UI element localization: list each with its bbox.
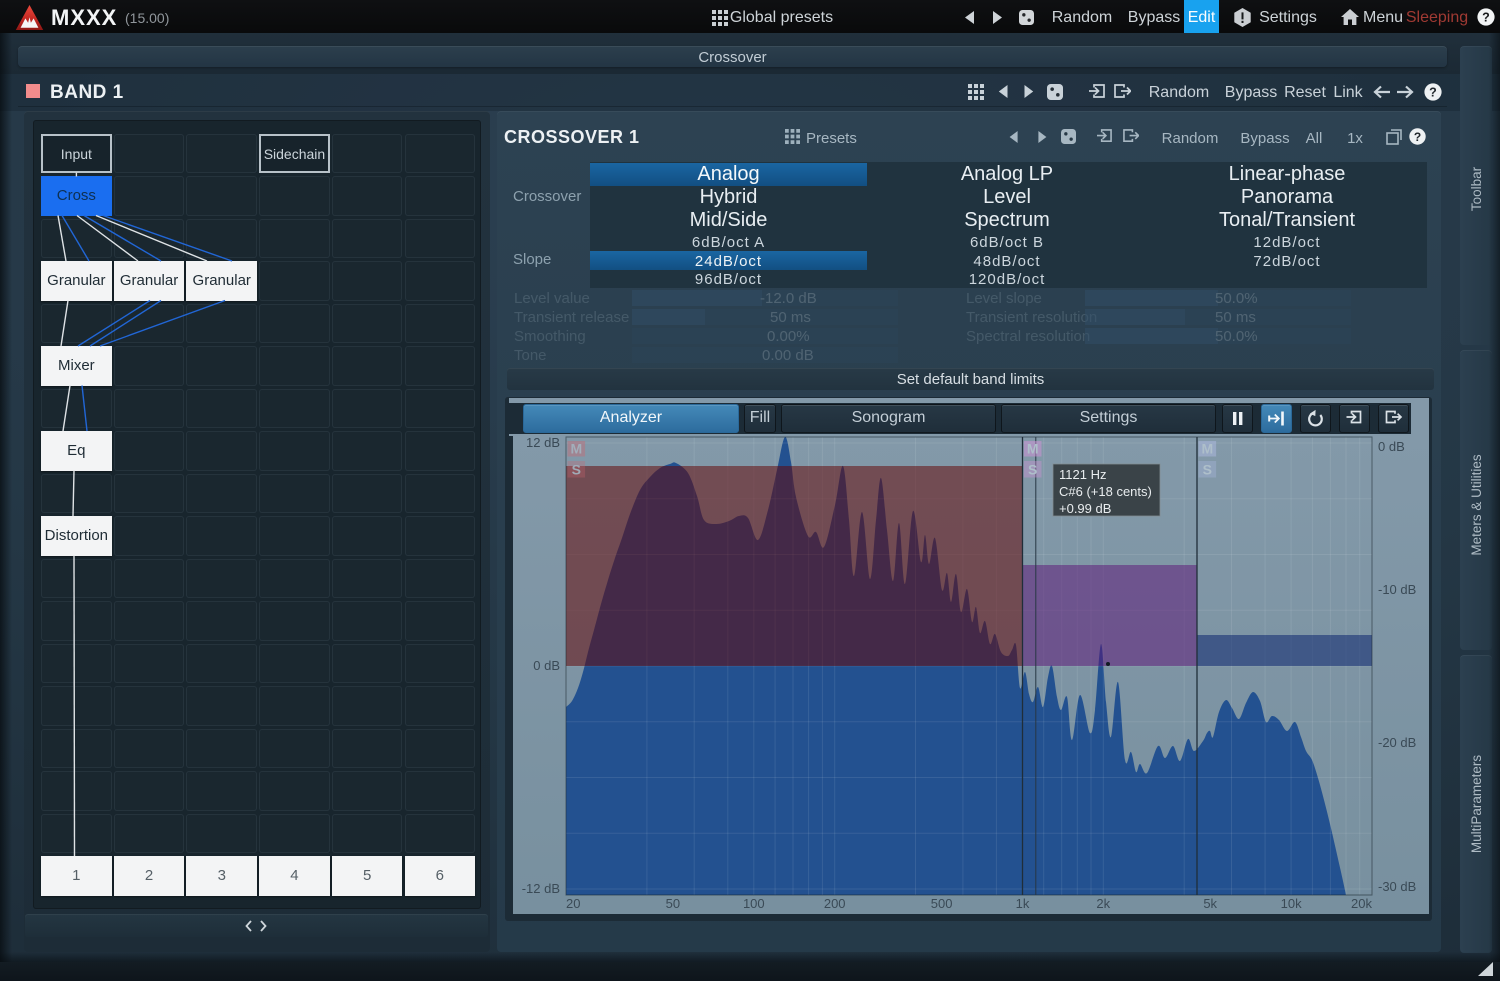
svg-text:-12 dB: -12 dB [522,881,560,896]
svg-text:100: 100 [743,896,765,911]
svg-text:+0.99 dB: +0.99 dB [1059,501,1111,516]
svg-text:M: M [570,441,582,457]
svg-text:500: 500 [931,896,953,911]
svg-text:12 dB: 12 dB [526,436,560,450]
svg-text:Meters & Utilities: Meters & Utilities [1469,454,1484,556]
svg-text:?: ? [1414,130,1421,144]
svg-text:M: M [1027,441,1039,457]
svg-text:-30 dB: -30 dB [1378,879,1416,894]
svg-text:S: S [572,462,581,478]
svg-text:1k: 1k [1016,896,1030,911]
svg-text:-10 dB: -10 dB [1378,582,1416,597]
svg-text:200: 200 [824,896,846,911]
svg-text:-20 dB: -20 dB [1378,735,1416,750]
svg-text:MultiParameters: MultiParameters [1469,755,1484,854]
svg-text:10k: 10k [1281,896,1302,911]
svg-text:20: 20 [566,896,580,911]
svg-text:2k: 2k [1096,896,1110,911]
svg-text:M: M [1201,441,1213,457]
svg-text:1121 Hz: 1121 Hz [1059,467,1106,482]
svg-text:50: 50 [666,896,680,911]
svg-text:?: ? [1482,11,1490,25]
svg-text:0 dB: 0 dB [533,658,560,673]
svg-text:S: S [1028,462,1037,478]
svg-text:?: ? [1429,86,1437,100]
svg-text:5k: 5k [1203,896,1217,911]
svg-text:C#6 (+18 cents): C#6 (+18 cents) [1059,484,1152,499]
svg-text:S: S [1203,462,1212,478]
svg-text:20k: 20k [1351,896,1372,911]
svg-text:0 dB: 0 dB [1378,439,1405,454]
svg-text:Toolbar: Toolbar [1469,166,1484,211]
